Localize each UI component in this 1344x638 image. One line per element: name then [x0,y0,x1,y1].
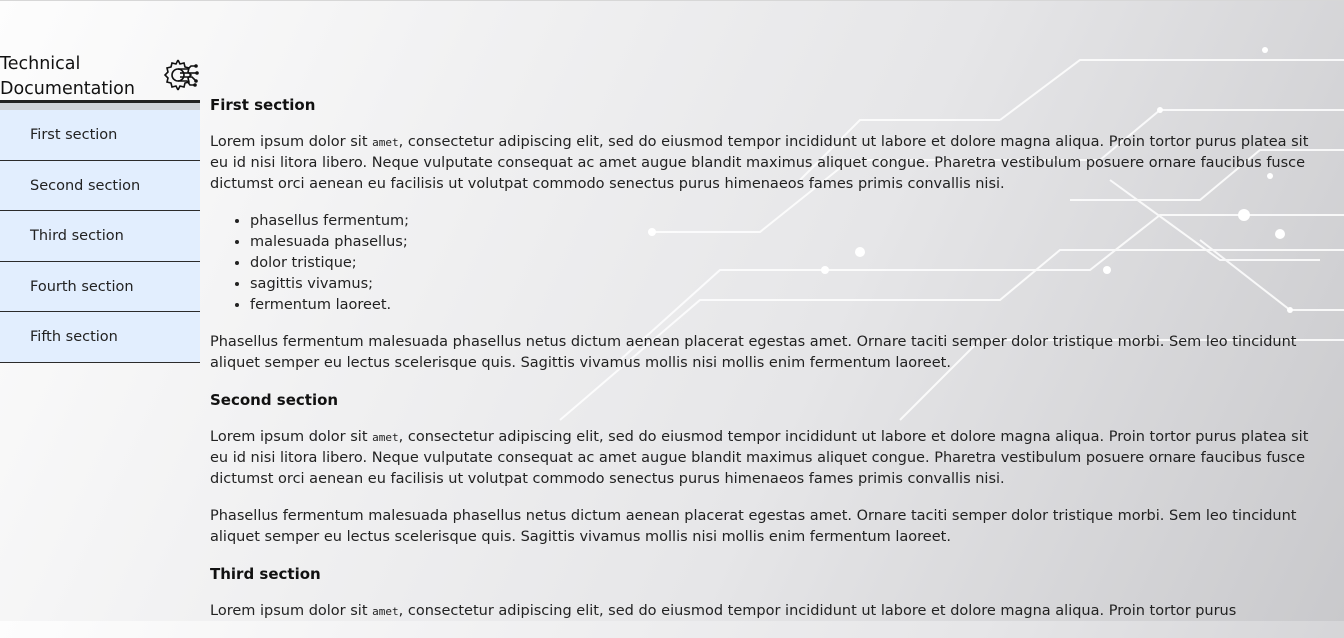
section-header: Second section [210,391,339,409]
paragraph-text: Lorem ipsum dolor sit [210,603,373,619]
nav-link-second-section[interactable]: Second section [0,160,200,211]
nav-link-fifth-section[interactable]: Fifth section [0,312,200,363]
inline-code: amet [372,605,399,618]
navbar: Technical Documentation First section Se… [0,0,200,621]
list-item: malesuada phasellus; [250,232,1330,253]
section-paragraph: Phasellus fermentum malesuada phasellus … [210,508,1297,545]
navbar-list-item: First section [0,110,200,161]
list-item: fermentum laoreet. [250,295,1330,316]
bullet-list: phasellus fermentum; malesuada phasellus… [210,211,1330,316]
navbar-list-item: Third section [0,211,200,262]
nav-link-third-section[interactable]: Third section [0,211,200,262]
section-third: Third section Lorem ipsum dolor sit amet… [210,564,1330,622]
inline-code: amet [372,136,399,149]
section-header: First section [210,96,316,114]
list-item: dolor tristique; [250,253,1330,274]
section-paragraph: Lorem ipsum dolor sit amet, consectetur … [210,601,1330,622]
list-item: phasellus fermentum; [250,211,1330,232]
section-header: Third section [210,565,321,583]
navbar-header: Technical Documentation [0,50,200,102]
navbar-list-item: Second section [0,160,200,211]
section-first: First section Lorem ipsum dolor sit amet… [210,95,1330,374]
main-doc: First section Lorem ipsum dolor sit amet… [210,95,1330,638]
paragraph-text: Lorem ipsum dolor sit [210,134,373,150]
navbar-list-item: Fourth section [0,261,200,312]
section-second: Second section Lorem ipsum dolor sit ame… [210,390,1330,548]
navbar-title: Technical Documentation [0,54,135,99]
list-item: sagittis vivamus; [250,274,1330,295]
navbar-divider-shade [0,103,200,110]
paragraph-text: Lorem ipsum dolor sit [210,429,373,445]
circuit-gear-icon [163,59,199,91]
navbar-list-item: Fifth section [0,312,200,363]
navbar-list: First section Second section Third secti… [0,110,200,363]
nav-link-first-section[interactable]: First section [0,110,200,161]
top-border [0,0,1344,1]
nav-link-fourth-section[interactable]: Fourth section [0,261,200,312]
section-paragraph: Lorem ipsum dolor sit amet, consectetur … [210,132,1330,195]
section-paragraph: Phasellus fermentum malesuada phasellus … [210,334,1297,371]
paragraph-text: , consectetur adipiscing elit, sed do ei… [398,603,1237,619]
section-paragraph: Lorem ipsum dolor sit amet, consectetur … [210,427,1330,490]
inline-code: amet [372,431,399,444]
